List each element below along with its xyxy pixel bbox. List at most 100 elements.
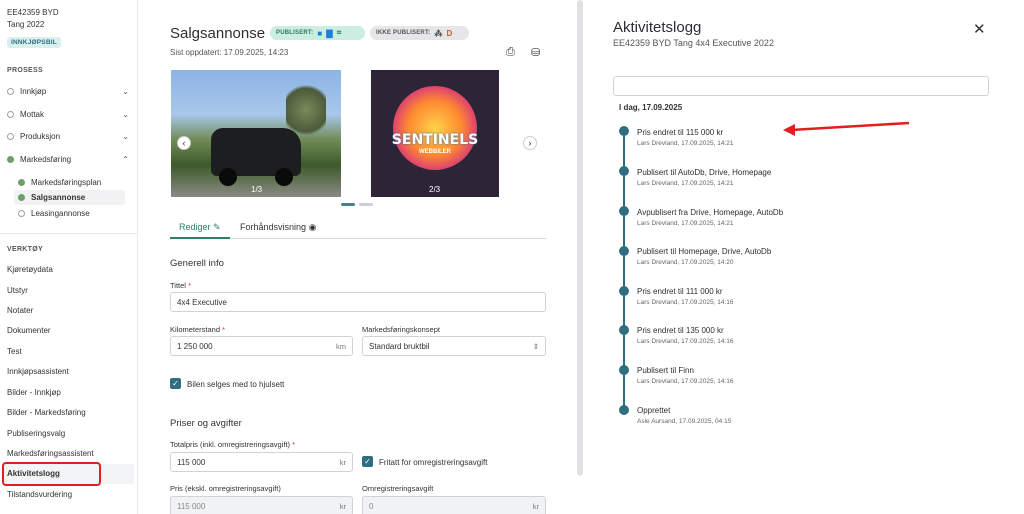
process-item-mottak[interactable]: Mottak ⌄ (7, 107, 129, 121)
prices-heading: Priser og avgifter (170, 418, 242, 429)
status-dot-icon (18, 210, 25, 217)
event-title: Publisert til Homepage, Drive, AutoDb (637, 247, 772, 256)
process-item-innkjop[interactable]: Innkjøp ⌄ (7, 84, 129, 98)
homepage-icon: ⌗ (336, 28, 342, 37)
carousel-prev-button[interactable]: ‹ (177, 136, 191, 150)
close-icon[interactable]: ✕ (973, 20, 986, 38)
event-title: Pris endret til 135 000 kr (637, 326, 724, 335)
sub-item-label: Markedsføringsplan (31, 178, 102, 187)
tool-tilstandsvurdering[interactable]: Tilstandsvurdering (7, 490, 72, 499)
price-ex-input: 115 000 kr (170, 496, 353, 514)
event-title: Publisert til AutoDb, Drive, Homepage (637, 168, 772, 177)
tool-notater[interactable]: Notater (7, 306, 33, 315)
chevron-down-icon: ⌄ (122, 86, 129, 96)
log-title: Aktivitetslogg (613, 19, 702, 36)
currency-unit: kr (339, 501, 346, 511)
autodb-icon: ■ (317, 28, 323, 38)
tool-publiseringsvalg[interactable]: Publiseringsvalg (7, 429, 65, 438)
exempt-label: Fritatt for omregistreringsavgift (379, 458, 488, 467)
database-add-icon[interactable]: ⛁ (531, 46, 540, 59)
process-item-markedsforing[interactable]: Markedsføring ⌃ (7, 152, 129, 166)
tool-kjoretoydata[interactable]: Kjøretøydata (7, 265, 53, 274)
tool-bilder-innkjop[interactable]: Bilder - Innkjøp (7, 388, 61, 397)
event-meta: Lars Drevland, 17.09.2025, 14:16 (637, 338, 734, 345)
price-ex-label: Pris (ekskl. omregistreringsavgift) (170, 484, 281, 493)
event-meta: Lars Drevland, 17.09.2025, 14:21 (637, 140, 734, 147)
image-counter: 2/3 (429, 185, 441, 194)
process-item-label: Innkjøp (20, 86, 47, 96)
event-meta: Lars Drevland, 17.09.2025, 14:21 (637, 220, 734, 227)
km-value: 1 250 000 (177, 341, 213, 351)
unpublished-label: IKKE PUBLISERT: (376, 30, 431, 36)
image-counter: 1/3 (251, 185, 263, 194)
published-pill[interactable]: PUBLISERT: ■ ▇ ⌗ (270, 26, 365, 40)
tool-bilder-markedsforing[interactable]: Bilder - Markedsføring (7, 408, 86, 417)
vehicle-id: EE42359 BYD (7, 8, 59, 17)
logo-sub: WEBBILER (419, 149, 451, 155)
pencil-icon: ✎ (213, 222, 221, 232)
km-input[interactable]: 1 250 000 km (170, 336, 353, 356)
main-scrollbar[interactable] (577, 0, 583, 476)
tab-forhandsvisning[interactable]: Forhåndsvisning ◉ (240, 222, 316, 233)
total-input[interactable]: 115 000 kr (170, 452, 353, 472)
highlight-box (2, 462, 101, 486)
total-value: 115 000 (177, 457, 206, 467)
logo-circle (393, 86, 477, 170)
tools-heading: VERKTØY (7, 246, 43, 253)
active-tab-indicator (170, 237, 230, 239)
process-item-produksjon[interactable]: Produksjon ⌄ (7, 129, 129, 143)
chevron-down-icon: ⌄ (122, 131, 129, 141)
tab-rediger[interactable]: Rediger ✎ (179, 222, 221, 233)
logo-image[interactable]: SENTINELS WEBBILER 2/3 (371, 70, 499, 197)
logo-brand: SENTINELS (391, 132, 479, 148)
status-dot-icon (7, 87, 14, 95)
log-search-input[interactable] (613, 76, 989, 96)
status-dot-icon (18, 194, 25, 201)
concept-select[interactable]: Standard bruktbil ⇕ (362, 336, 546, 356)
day-label: I dag, 17.09.2025 (619, 103, 683, 112)
event-title: Publisert til Finn (637, 366, 694, 375)
currency-unit: kr (339, 457, 346, 467)
chevron-down-icon: ⌄ (122, 109, 129, 119)
concept-label: Markedsføringskonsept (362, 325, 440, 334)
print-icon[interactable]: ⎙ (506, 46, 515, 59)
process-item-label: Produksjon (20, 131, 61, 141)
car-photo[interactable]: 1/3 (171, 70, 341, 197)
tool-test[interactable]: Test (7, 347, 22, 356)
event-title: Opprettet (637, 406, 671, 415)
select-arrows-icon: ⇕ (532, 341, 539, 351)
tool-innkjopsassistent[interactable]: Innkjøpsassistent (7, 367, 69, 376)
carousel-dot[interactable] (341, 203, 355, 206)
unpublished-pill[interactable]: IKKE PUBLISERT: ⁂ D (370, 26, 469, 40)
wheels-checkbox[interactable]: ✓ (170, 378, 181, 389)
annotation-arrow-icon (783, 121, 910, 136)
tool-dokumenter[interactable]: Dokumenter (7, 326, 51, 335)
divider (0, 233, 138, 234)
log-subtitle: EE42359 BYD Tang 4x4 Executive 2022 (613, 38, 774, 48)
title-input[interactable]: 4x4 Executive (170, 292, 546, 312)
title-label: Tittel * (170, 281, 191, 290)
tool-utstyr[interactable]: Utstyr (7, 286, 28, 295)
event-meta: Lars Drevland, 17.09.2025, 14:21 (637, 180, 734, 187)
tab-label: Rediger (179, 222, 211, 232)
concept-value: Standard bruktbil (369, 341, 430, 351)
timeline-dot (619, 246, 629, 256)
carousel-dot[interactable] (359, 203, 373, 206)
event-title: Avpublisert fra Drive, Homepage, AutoDb (637, 208, 784, 217)
drive-icon: ▇ (326, 28, 333, 38)
page-title: Salgsannonse (170, 25, 266, 42)
title-label-text: Tittel (170, 281, 186, 290)
carousel-next-button[interactable]: › (523, 136, 537, 150)
sub-item-markedsforingsplan[interactable]: Markedsføringsplan (14, 175, 125, 190)
general-info-heading: Generell info (170, 258, 224, 269)
wheel-shape (275, 168, 293, 186)
reg-fee-label: Omregistreringsavgift (362, 484, 434, 493)
activity-log-panel: Aktivitetslogg EE42359 BYD Tang 4x4 Exec… (585, 0, 1024, 514)
total-label: Totalpris (inkl. omregistreringsavgift) … (170, 440, 296, 449)
sub-item-leasingannonse[interactable]: Leasingannonse (14, 206, 125, 221)
tool-markedsforingsassistent[interactable]: Markedsføringsassistent (7, 449, 94, 458)
timeline-dot (619, 286, 629, 296)
exempt-checkbox[interactable]: ✓ (362, 456, 373, 467)
sub-item-salgsannonse[interactable]: Salgsannonse (14, 190, 125, 205)
event-title: Pris endret til 115 000 kr (637, 128, 724, 137)
